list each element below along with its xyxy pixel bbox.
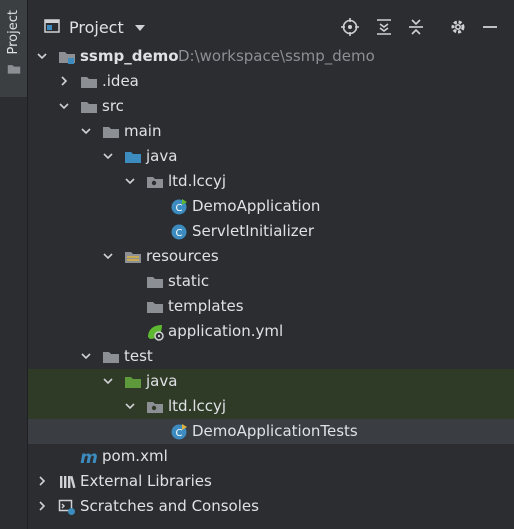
tree-row-test-package[interactable]: ltd.lccyj <box>28 394 514 419</box>
minimize-icon <box>483 26 497 28</box>
tree-row-external-libraries[interactable]: External Libraries <box>28 469 514 494</box>
tree-row-root[interactable]: ssmp_demo D:\workspace\ssmp_demo <box>28 44 514 69</box>
chevron-down-icon[interactable] <box>124 400 136 412</box>
chevron-down-icon[interactable] <box>80 125 92 137</box>
chevron-down-icon[interactable] <box>124 175 136 187</box>
tree-label-test-java: java <box>146 372 178 390</box>
tree-row-idea[interactable]: .idea <box>28 69 514 94</box>
tree-label-application-yml: application.yml <box>168 322 284 340</box>
source-folder-icon <box>124 148 142 166</box>
tree-label-test: test <box>124 347 153 365</box>
maven-icon: m <box>80 448 98 466</box>
chevron-down-icon[interactable] <box>102 375 114 387</box>
chevron-down-icon[interactable] <box>102 250 114 262</box>
scratches-icon <box>58 499 75 515</box>
tree-row-test[interactable]: test <box>28 344 514 369</box>
tree-row-test-java[interactable]: java <box>28 369 514 394</box>
locate-button[interactable] <box>339 16 361 38</box>
collapse-all-icon <box>409 19 423 35</box>
tree-label-demo-application: DemoApplication <box>192 197 321 215</box>
chevron-down-icon[interactable] <box>36 50 48 62</box>
tree-row-templates[interactable]: templates <box>28 294 514 319</box>
tree-label-main-java: java <box>146 147 178 165</box>
tree-label-pom: pom.xml <box>102 447 168 465</box>
folder-icon <box>102 348 120 366</box>
tree-root-path: D:\workspace\ssmp_demo <box>178 47 375 65</box>
collapse-all-button[interactable] <box>405 16 427 38</box>
panel-header: Project <box>28 0 514 40</box>
test-class-icon: C <box>171 424 187 440</box>
package-icon <box>147 177 163 188</box>
tree-label-src: src <box>102 97 124 115</box>
svg-text:m: m <box>80 448 98 466</box>
tree-row-src[interactable]: src <box>28 94 514 119</box>
tree-label-external-libraries: External Libraries <box>80 472 212 490</box>
chevron-right-icon[interactable] <box>36 475 48 487</box>
tree-row-demo-application[interactable]: C DemoApplication <box>28 194 514 219</box>
svg-text:C: C <box>176 203 183 214</box>
tree-label-static: static <box>168 272 210 290</box>
stripe-label-project: Project <box>6 10 21 55</box>
chevron-down-icon[interactable] <box>80 350 92 362</box>
tree-row-resources[interactable]: resources <box>28 244 514 269</box>
package-icon <box>147 402 163 413</box>
expand-all-icon <box>377 19 391 35</box>
folder-icon <box>80 73 98 91</box>
resources-folder-icon <box>125 252 141 263</box>
hide-button[interactable] <box>479 16 501 38</box>
chevron-down-icon[interactable] <box>102 150 114 162</box>
chevron-right-icon[interactable] <box>36 500 48 512</box>
gear-icon <box>451 20 465 34</box>
tree-row-demo-application-tests[interactable]: C DemoApplicationTests <box>28 419 514 444</box>
spring-boot-class-icon: C <box>171 199 187 215</box>
tree-label-scratches: Scratches and Consoles <box>80 497 259 515</box>
tree-label-demo-application-tests: DemoApplicationTests <box>192 422 358 440</box>
settings-button[interactable] <box>447 16 469 38</box>
chevron-down-icon[interactable] <box>58 100 70 112</box>
chevron-right-icon[interactable] <box>58 75 70 87</box>
svg-text:C: C <box>176 428 183 439</box>
tree-label-main: main <box>124 122 162 140</box>
tree-row-main[interactable]: main <box>28 119 514 144</box>
chevron-down-icon[interactable] <box>134 23 146 33</box>
class-icon: C <box>171 224 187 240</box>
tree-label-root: ssmp_demo <box>80 47 179 65</box>
tree-row-application-yml[interactable]: application.yml <box>28 319 514 344</box>
tree-row-servlet-initializer[interactable]: C ServletInitializer <box>28 219 514 244</box>
tree-row-main-java[interactable]: java <box>28 144 514 169</box>
svg-text:C: C <box>176 228 183 239</box>
module-folder-icon <box>59 52 75 64</box>
tree-label-idea: .idea <box>102 72 139 90</box>
tree-row-scratches[interactable]: Scratches and Consoles <box>28 494 514 519</box>
tree-row-static[interactable]: static <box>28 269 514 294</box>
tree-row-pom[interactable]: m pom.xml <box>28 444 514 469</box>
tree-label-templates: templates <box>168 297 244 315</box>
folder-icon <box>146 298 164 316</box>
stripe-tab-project[interactable]: Project <box>0 0 27 97</box>
tree-row-main-package[interactable]: ltd.lccyj <box>28 169 514 194</box>
libraries-icon <box>60 475 76 489</box>
test-source-folder-icon <box>124 373 142 391</box>
tree-label-resources: resources <box>146 247 219 265</box>
tree-label-main-package: ltd.lccyj <box>168 172 227 190</box>
spring-config-icon <box>148 325 164 341</box>
folder-icon <box>80 98 98 116</box>
folder-icon <box>7 62 21 76</box>
folder-icon <box>102 123 120 141</box>
tool-window-stripe: Project <box>0 0 28 529</box>
panel-title[interactable]: Project <box>69 18 124 37</box>
tree-label-servlet-initializer: ServletInitializer <box>192 222 315 240</box>
project-panel: Project ssmp_demo D:\workspace\ssmp_demo… <box>28 0 514 529</box>
tree-label-test-package: ltd.lccyj <box>168 397 227 415</box>
crosshair-icon <box>341 18 359 36</box>
project-view-icon <box>44 19 60 33</box>
folder-icon <box>146 273 164 291</box>
expand-all-button[interactable] <box>373 16 395 38</box>
